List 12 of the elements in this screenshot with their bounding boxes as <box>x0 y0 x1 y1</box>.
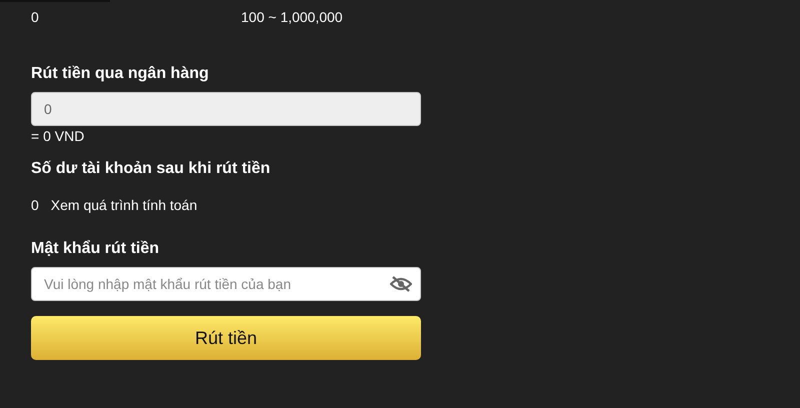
balance-amount: 0 <box>31 197 39 213</box>
converted-amount: = 0 VND <box>31 128 86 144</box>
current-amount: 0 <box>31 9 40 26</box>
password-field[interactable]: Vui lòng nhập mật khẩu rút tiền của bạn <box>31 267 421 301</box>
section-heading: Số dư tài khoản sau khi rút tiền <box>31 159 272 179</box>
section-heading: Rút tiền qua ngân hàng <box>31 64 210 84</box>
withdraw-button[interactable]: Rút tiền <box>31 316 421 360</box>
amount-limits: 100 ~ 1,000,000 <box>241 9 343 26</box>
section-heading: Mật khẩu rút tiền <box>31 239 160 259</box>
hidden-eye-icon[interactable] <box>390 276 412 292</box>
calculation-link[interactable]: Xem quá trình tính toán <box>50 197 198 213</box>
amount-field[interactable]: 0 <box>31 92 421 126</box>
